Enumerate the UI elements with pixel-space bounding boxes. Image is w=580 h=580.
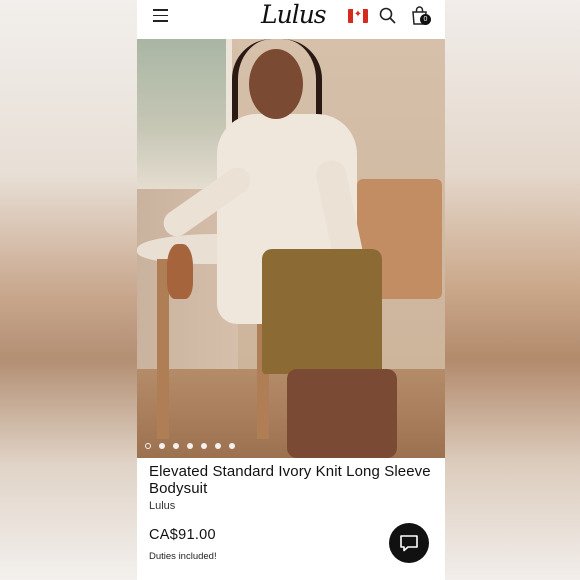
brand-logo[interactable]: Lulus (261, 0, 327, 32)
carousel-dot[interactable] (145, 443, 151, 449)
mobile-page: Lulus 0 (137, 0, 445, 580)
carousel-dot[interactable] (229, 443, 235, 449)
cart-count-badge: 0 (420, 14, 431, 25)
top-navigation-bar: Lulus 0 (137, 0, 445, 39)
chat-button[interactable] (389, 523, 429, 563)
carousel-dot[interactable] (187, 443, 193, 449)
menu-icon[interactable] (153, 9, 168, 22)
product-title: Elevated Standard Ivory Knit Long Sleeve… (149, 463, 431, 497)
carousel-pagination (145, 443, 235, 449)
carousel-dot[interactable] (173, 443, 179, 449)
carousel-dot[interactable] (215, 443, 221, 449)
background-blur-right (443, 0, 580, 580)
product-image[interactable] (137, 39, 445, 458)
product-price: CA$91.00 (149, 527, 216, 543)
search-icon[interactable] (379, 7, 396, 24)
product-brand[interactable]: Lulus (149, 500, 175, 512)
duties-note: Duties included! (149, 551, 217, 562)
carousel-dot[interactable] (201, 443, 207, 449)
chat-bubble-icon (400, 535, 418, 552)
canada-flag-icon[interactable] (348, 9, 368, 23)
background-blur-left (0, 0, 137, 580)
carousel-dot[interactable] (159, 443, 165, 449)
